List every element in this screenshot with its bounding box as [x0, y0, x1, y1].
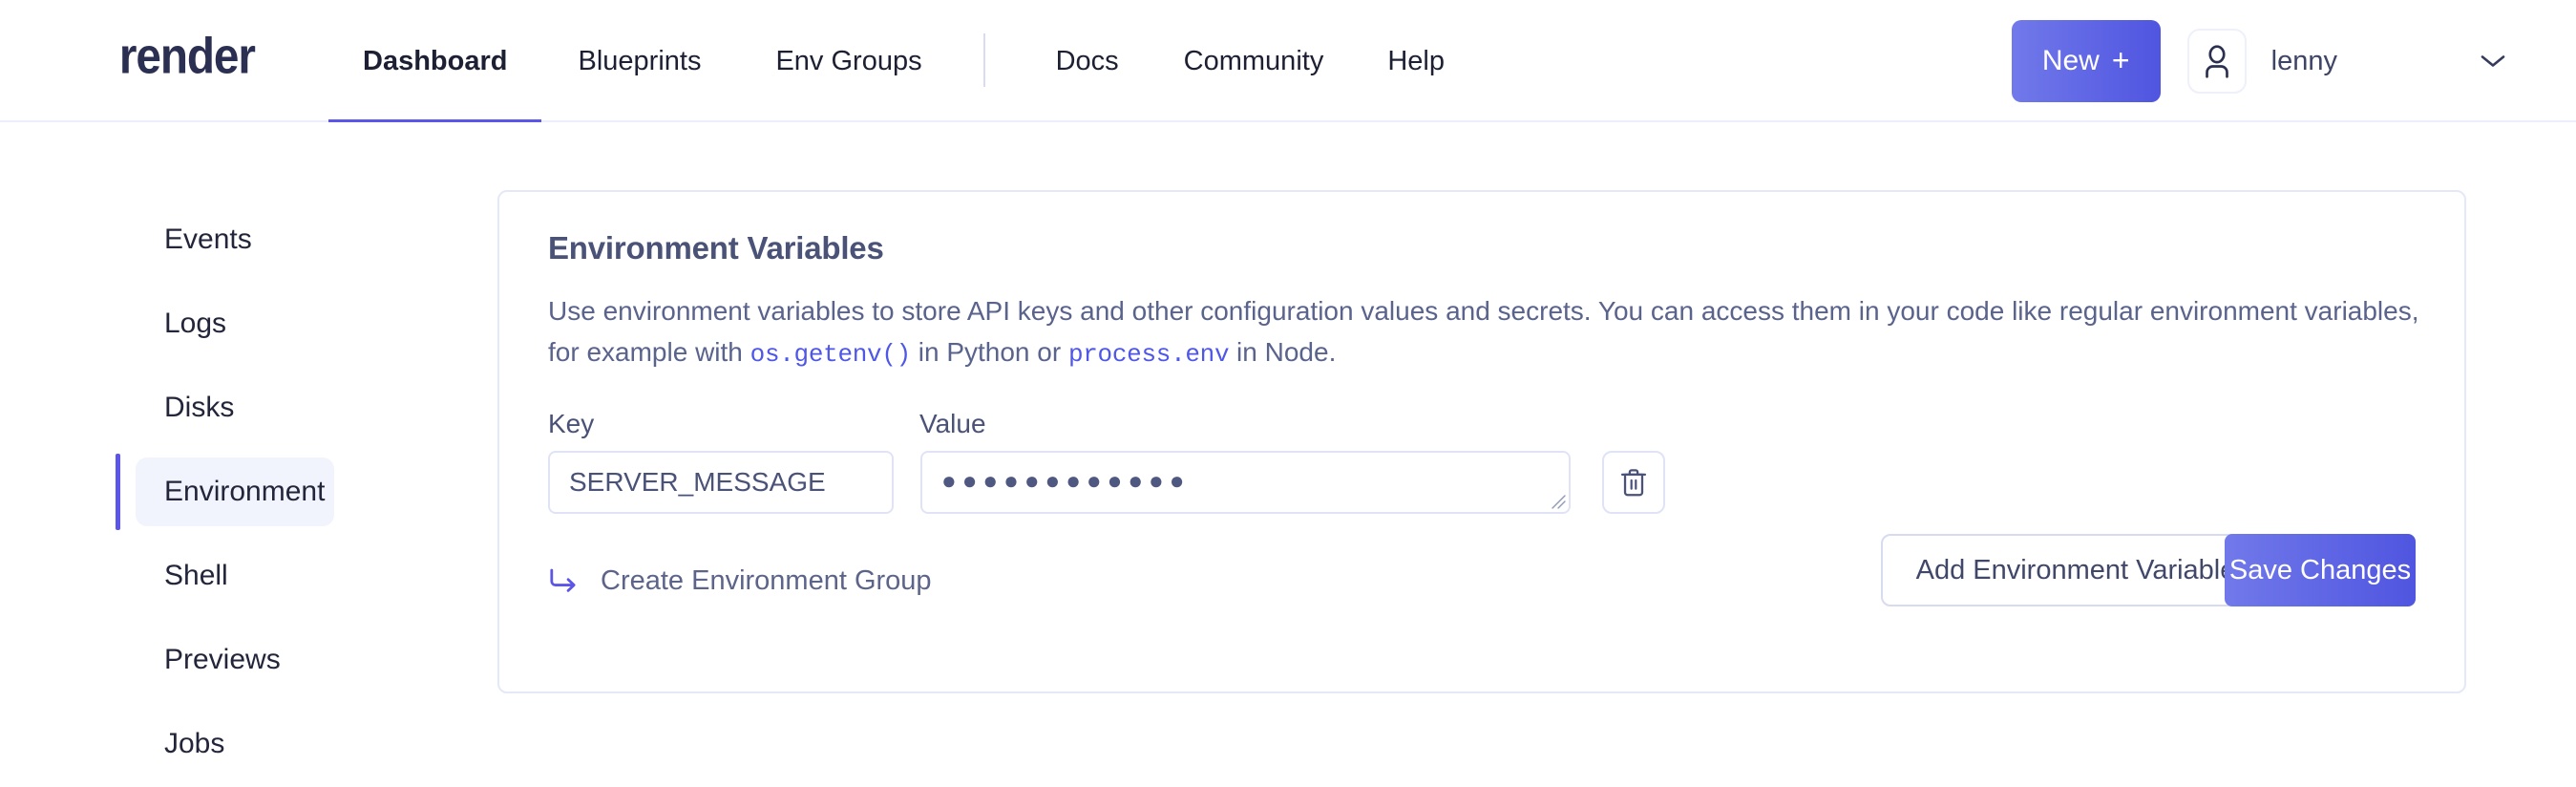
- sidebar-item-logs[interactable]: Logs: [0, 289, 439, 358]
- code-os-getenv: os.getenv(): [750, 340, 911, 369]
- avatar: [2187, 29, 2247, 94]
- sidebar-label-disks: Disks: [164, 392, 234, 424]
- nav-label-docs: Docs: [1056, 46, 1119, 77]
- nav-item-env-groups[interactable]: Env Groups: [775, 0, 921, 122]
- new-button-label: New: [2042, 45, 2100, 77]
- sidebar-label-events: Events: [164, 223, 252, 256]
- username-label: lenny: [2271, 46, 2337, 77]
- sidebar-accent: [116, 286, 120, 362]
- create-environment-group-link[interactable]: Create Environment Group: [548, 551, 932, 610]
- environment-variables-card: Environment Variables Use environment va…: [497, 190, 2466, 693]
- create-environment-group-label: Create Environment Group: [601, 565, 932, 597]
- sidebar-label-logs: Logs: [164, 308, 226, 340]
- arrow-turn-down-right-icon: [548, 566, 580, 596]
- service-sidebar: Events Logs Disks Environment Shell Prev…: [0, 122, 439, 787]
- card-title: Environment Variables: [548, 230, 884, 266]
- sidebar-accent-active: [116, 454, 120, 530]
- sidebar-accent: [116, 706, 120, 782]
- sidebar-label-shell: Shell: [164, 560, 228, 592]
- save-changes-button[interactable]: Save Changes: [2225, 534, 2416, 606]
- env-value-input[interactable]: ●●●●●●●●●●●●: [920, 451, 1571, 514]
- sidebar-label-previews: Previews: [164, 644, 281, 676]
- nav-divider: [983, 33, 985, 87]
- env-value-field-wrapper: ●●●●●●●●●●●●: [920, 451, 1571, 514]
- trash-icon: [1618, 466, 1649, 499]
- sidebar-label-jobs: Jobs: [164, 728, 224, 760]
- nav-item-dashboard[interactable]: Dashboard: [328, 0, 541, 122]
- sidebar-accent: [116, 202, 120, 278]
- nav-label-blueprints: Blueprints: [578, 46, 701, 77]
- nav-label-community: Community: [1184, 46, 1324, 77]
- sidebar-accent: [116, 538, 120, 614]
- app-header: render Dashboard Blueprints Env Groups D…: [0, 0, 2576, 122]
- description-part-3: in Node.: [1229, 337, 1336, 367]
- sidebar-item-shell[interactable]: Shell: [0, 542, 439, 610]
- sidebar-item-disks[interactable]: Disks: [0, 373, 439, 442]
- description-part-2: in Python or: [911, 337, 1068, 367]
- nav-label-help: Help: [1387, 46, 1445, 77]
- sidebar-accent: [116, 370, 120, 446]
- sidebar-item-environment[interactable]: Environment: [0, 457, 439, 526]
- card-description: Use environment variables to store API k…: [548, 290, 2419, 375]
- page-body: Events Logs Disks Environment Shell Prev…: [0, 122, 2576, 787]
- code-process-env: process.env: [1068, 340, 1229, 369]
- nav-item-blueprints[interactable]: Blueprints: [578, 0, 701, 122]
- sidebar-label-environment: Environment: [164, 476, 325, 508]
- nav-item-community[interactable]: Community: [1184, 0, 1324, 122]
- sidebar-accent: [116, 622, 120, 698]
- new-button[interactable]: New +: [2012, 20, 2161, 102]
- sidebar-item-previews[interactable]: Previews: [0, 626, 439, 694]
- header-right-group: New + lenny: [2012, 0, 2576, 122]
- nav-label-env-groups: Env Groups: [775, 46, 921, 77]
- key-column-label: Key: [548, 409, 594, 439]
- account-dropdown-toggle[interactable]: [2479, 53, 2507, 70]
- primary-navigation: Dashboard Blueprints Env Groups Docs Com…: [363, 0, 1445, 122]
- account-menu[interactable]: lenny: [2187, 29, 2337, 94]
- delete-variable-button[interactable]: [1602, 451, 1665, 514]
- render-logo[interactable]: render: [112, 33, 263, 84]
- chevron-down-icon: [2479, 53, 2507, 70]
- env-key-input[interactable]: [548, 451, 894, 514]
- sidebar-item-jobs[interactable]: Jobs: [0, 710, 439, 778]
- user-icon: [2201, 43, 2233, 79]
- plus-icon: +: [2112, 45, 2130, 75]
- sidebar-item-events[interactable]: Events: [0, 205, 439, 274]
- add-environment-variable-button[interactable]: Add Environment Variable: [1881, 534, 2270, 606]
- render-logo-text: render: [119, 31, 255, 81]
- nav-label-dashboard: Dashboard: [363, 46, 507, 77]
- nav-item-docs[interactable]: Docs: [1056, 0, 1119, 122]
- value-column-label: Value: [919, 409, 986, 439]
- nav-item-help[interactable]: Help: [1387, 0, 1445, 122]
